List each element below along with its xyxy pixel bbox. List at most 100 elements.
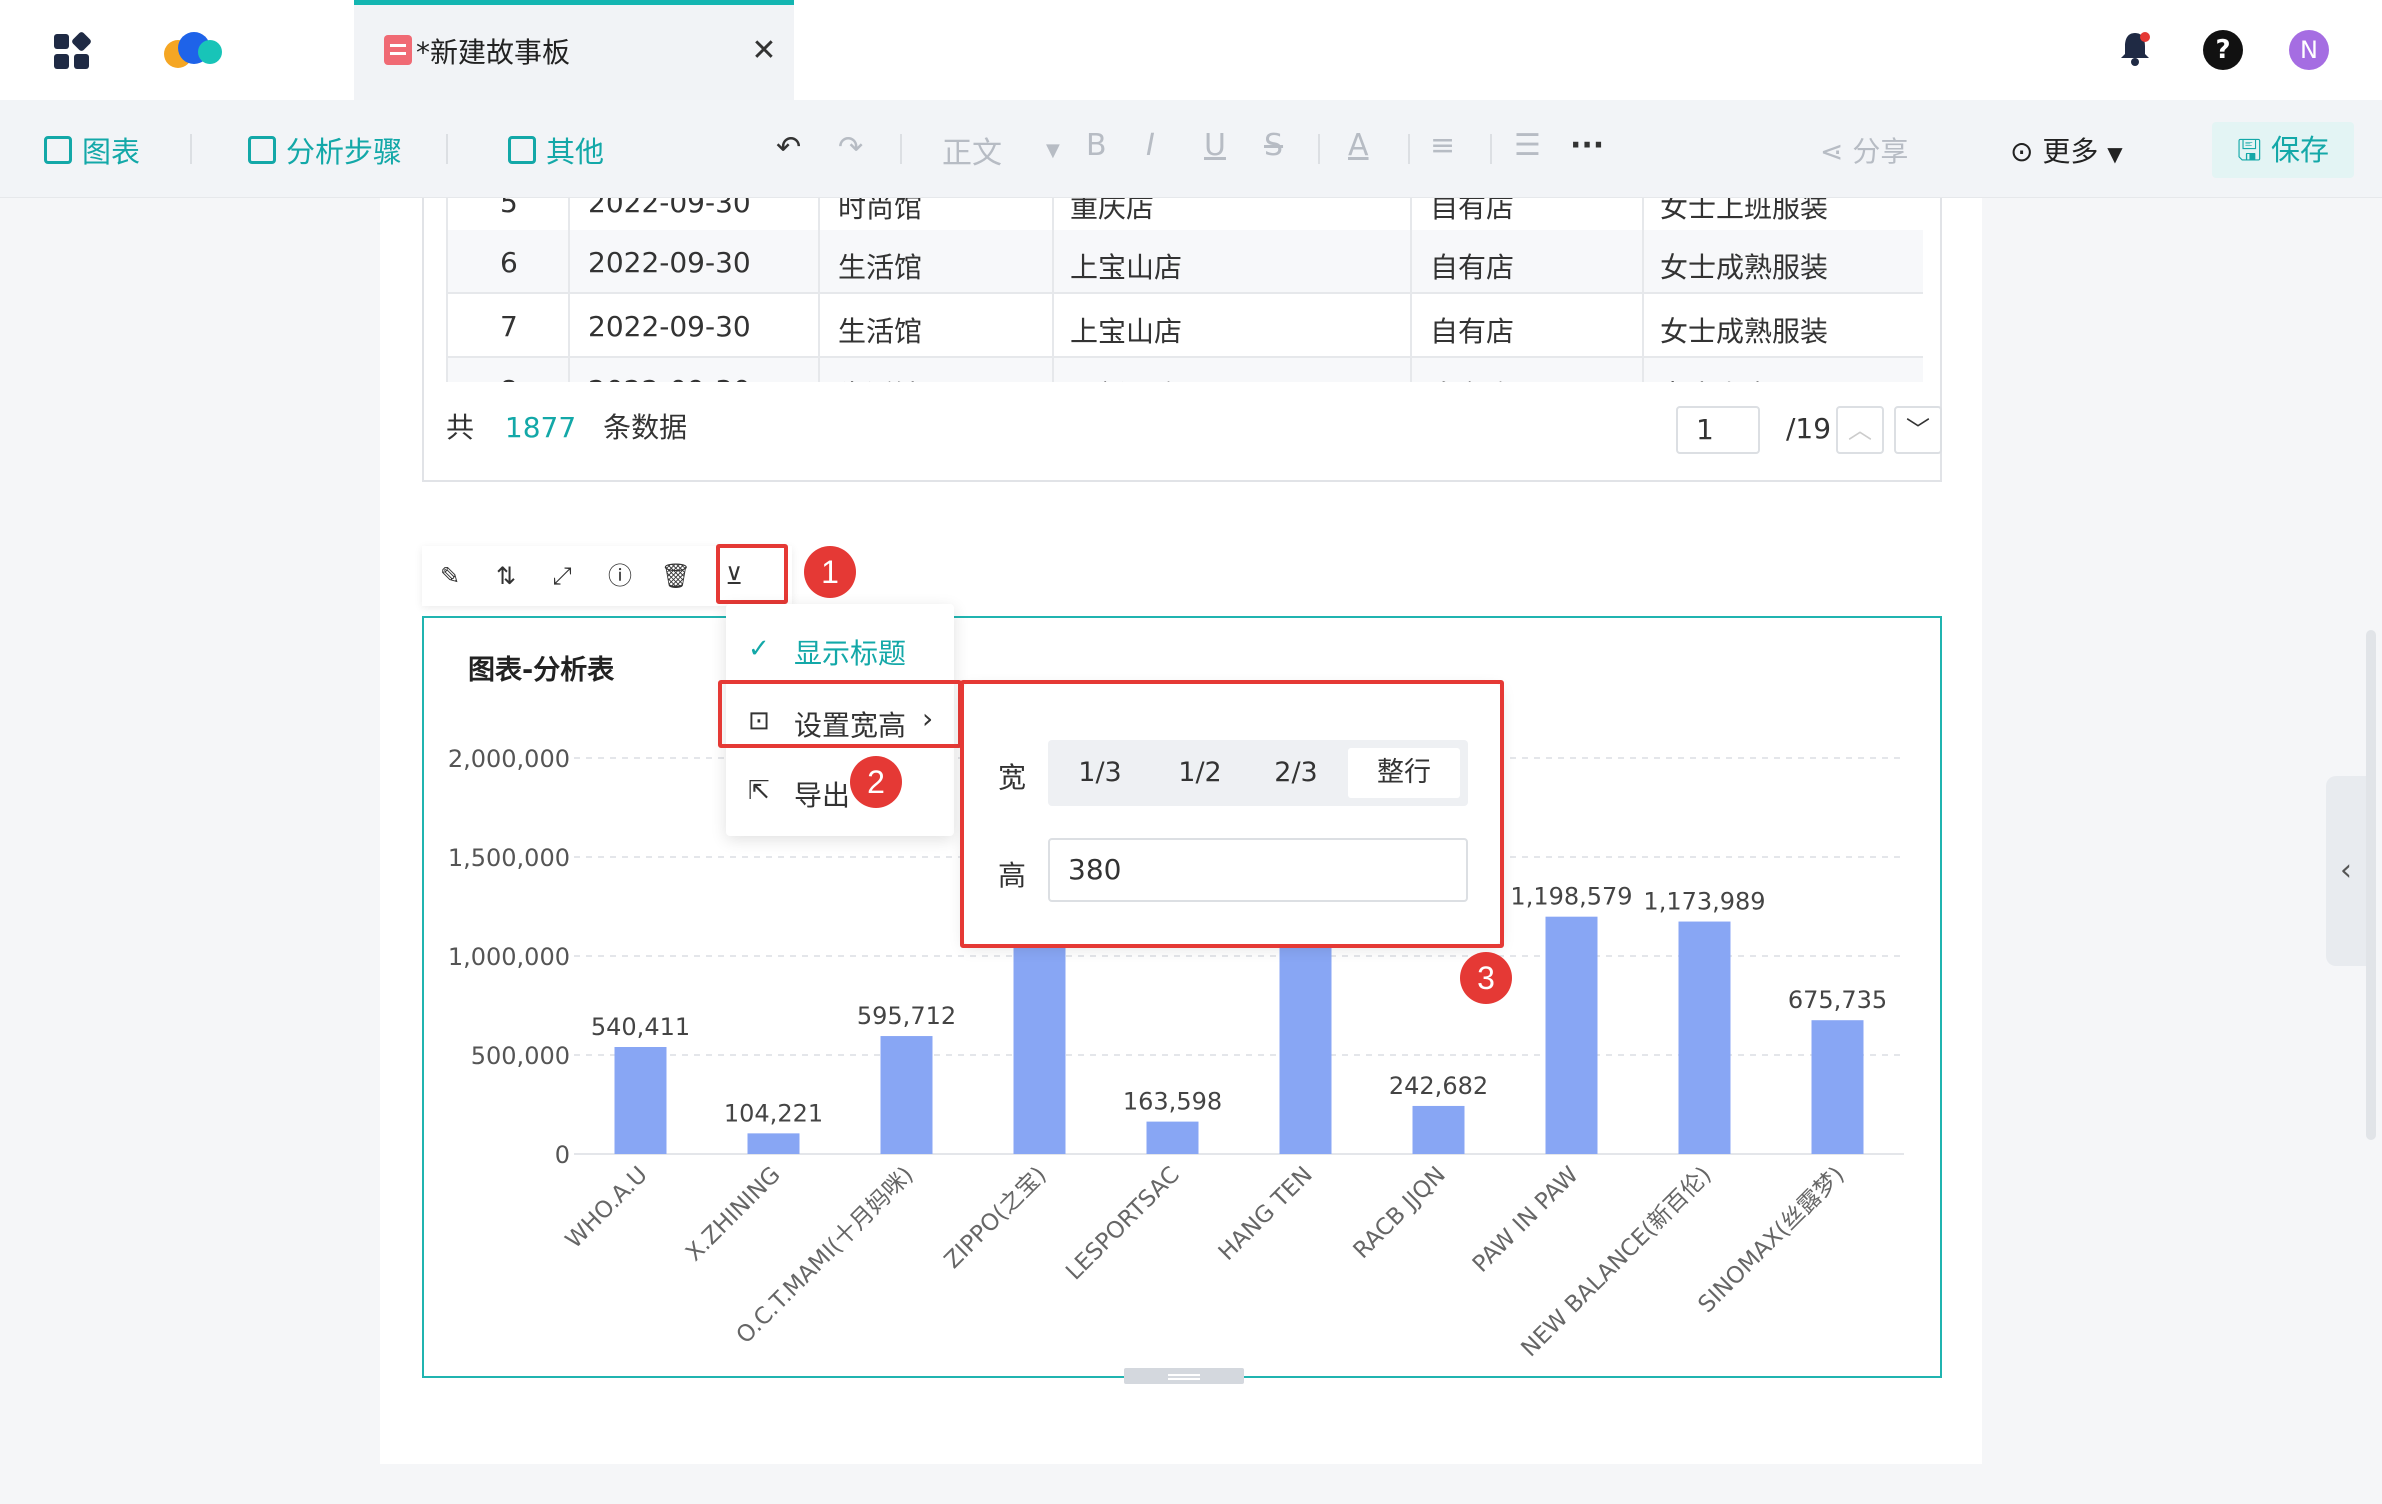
total-pages: /19 [1786,412,1832,445]
column-divider [1052,358,1054,382]
highlight-dropdown-button [716,544,788,604]
other-button[interactable]: 其他 [508,130,604,170]
x-tick-label: SINOMAX(丝露梦) [1693,1162,1849,1318]
table-cell-category: 女士上班服装 [1660,198,1829,224]
expand-icon[interactable]: ⤢ [546,560,578,592]
x-tick-label: ZIPPO(之宝) [940,1162,1052,1274]
table-cell-hall: 生活馆 [838,315,923,348]
info-icon[interactable]: ⓘ [604,560,636,592]
y-tick-label: 1,500,000 [448,844,570,872]
storyboard-page: 5 2022-09-30 时尚馆 重庆店 自有店 女士上班服装 6 2022-09-30 生活馆… [380,198,1982,1464]
table-cell-type: 自有店 [1430,374,1514,382]
column-divider [1410,358,1412,382]
column-divider [1642,230,1644,292]
table-pager: 共 1877 条数据 1 /19 ︿ ﹀ [446,406,1942,456]
record-count: 1877 [504,411,577,444]
table-cell-no: 6 [500,246,518,279]
x-tick-label: X.ZHINING [681,1162,786,1267]
column-divider [818,294,820,356]
table-cell-hall: 时尚馆 [838,198,923,224]
resize-handle[interactable] [1124,1368,1244,1384]
apps-grid-icon[interactable] [54,30,93,70]
table-row: 6 2022-09-30 生活馆 上宝山店 自有店 女士成熟服装 [446,230,1923,294]
y-tick-label: 1,000,000 [448,943,570,971]
table-cell-no: 7 [500,310,518,343]
column-divider [1410,230,1412,292]
save-label: 保存 [2270,133,2329,167]
bold-button[interactable]: B [1086,128,1107,163]
scrollbar[interactable] [2366,630,2376,1140]
y-tick-label: 500,000 [471,1042,570,1070]
table-cell-store: 五新百店 [1070,374,1182,382]
table-cell-no: 8 [500,374,518,382]
editor-toolbar: 图表 分析步骤 其他 ↶ ↷ 正文 ▼ B I U S A ≡ ☰ ··· ⋖ … [0,100,2382,198]
bell-icon[interactable] [2115,28,2155,68]
step-badge-1: 1 [804,546,856,598]
x-tick-label: RACB JJQN [1349,1162,1451,1264]
sort-icon[interactable]: ⇅ [490,560,522,592]
column-divider [818,230,820,292]
check-icon: ✓ [748,634,770,664]
menu-item-label: 导出 [794,779,851,812]
column-divider [818,358,820,382]
more-button[interactable]: ⊙ 更多 ▼ [2010,130,2123,170]
caret-down-icon: ▼ [2107,142,2123,166]
divider [1490,134,1492,164]
delete-icon[interactable]: 🗑 [660,560,692,592]
steps-icon [248,136,276,164]
close-icon[interactable]: ✕ [746,33,782,69]
column-divider [818,198,820,232]
menu-item-export[interactable]: ⇱ 导出 [726,762,954,822]
chart-button[interactable]: 图表 [44,130,140,170]
font-color-button[interactable]: A [1348,128,1369,163]
step-badge-2: 2 [850,756,902,808]
edit-icon[interactable]: ✎ [434,560,466,592]
data-label: 1,173,989 [1643,888,1765,916]
table-cell-date: 2022-09-30 [588,198,751,219]
help-icon[interactable]: ? [2203,30,2243,70]
avatar[interactable]: N [2289,30,2329,70]
list-icon[interactable]: ☰ [1514,128,1541,163]
strikethrough-button[interactable]: S [1264,128,1283,163]
table-cell-hall: 生活馆 [838,374,922,382]
bar [1146,1121,1199,1154]
highlight-size-panel [960,680,1504,948]
menu-item-show-title[interactable]: ✓ 显示标题 [726,620,954,680]
page-up-button[interactable]: ︿ [1836,406,1884,454]
text-style-select[interactable]: 正文 [942,128,1002,172]
save-button[interactable]: 🖫 保存 [2212,122,2354,178]
more-circle-icon: ⊙ [2010,135,2034,168]
chevron-down-icon[interactable]: ▼ [1046,140,1060,161]
underline-button[interactable]: U [1204,128,1226,163]
column-divider [1410,198,1412,232]
x-tick-label: WHO.A.U [561,1162,653,1254]
italic-button[interactable]: I [1146,128,1155,163]
column-divider [1642,198,1644,232]
table-row: 7 2022-09-30 生活馆 上宝山店 自有店 女士成熟服装 [446,294,1923,358]
x-tick-label: HANG TEN [1214,1162,1318,1266]
table-cell-date: 2022-09-30 [588,246,751,279]
y-tick-label: 2,000,000 [448,745,570,773]
table-cell-category: 女士成熟服装 [1660,251,1829,284]
column-divider [1642,294,1644,356]
redo-icon[interactable]: ↷ [838,130,863,165]
data-label: 1,198,579 [1510,883,1632,911]
analysis-steps-button[interactable]: 分析步骤 [248,130,402,170]
step-badge-3: 3 [1460,952,1512,1004]
more-dots-icon[interactable]: ··· [1570,128,1604,163]
more-label: 更多 [2042,135,2099,168]
divider [190,134,192,164]
table-cell-store: 上宝山店 [1070,251,1183,284]
divider [1408,134,1410,164]
collapse-panel-button[interactable]: ‹ [2326,776,2366,966]
other-button-label: 其他 [546,135,605,169]
table-cell-type: 自有店 [1430,198,1515,224]
tab-storyboard[interactable]: *新建故事板 ✕ [354,0,794,100]
column-divider [568,198,570,232]
undo-icon[interactable]: ↶ [776,130,801,165]
page-down-button[interactable]: ﹀ [1894,406,1942,454]
page-number-input[interactable]: 1 [1676,406,1760,454]
align-icon[interactable]: ≡ [1430,128,1455,163]
bar [1678,921,1731,1154]
share-button[interactable]: ⋖ 分享 [1820,130,1908,170]
